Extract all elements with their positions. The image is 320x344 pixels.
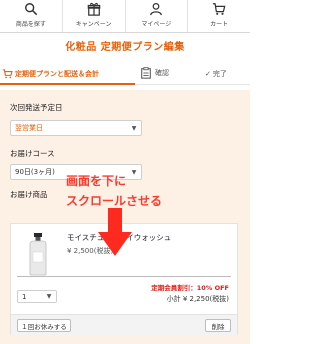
skip-once-button[interactable]: １回お休みする bbox=[17, 319, 71, 332]
step-done-label: 完了 bbox=[212, 70, 227, 78]
course-label: お届けコース bbox=[10, 149, 55, 158]
step-confirm: 確認 bbox=[140, 67, 169, 79]
product-name-tail: イウォッシュ bbox=[126, 233, 172, 242]
quantity-select[interactable]: 1 ▼ bbox=[17, 290, 57, 303]
gift-icon bbox=[87, 2, 100, 16]
search-icon bbox=[24, 3, 38, 16]
user-icon bbox=[150, 2, 163, 16]
arrow-down-icon bbox=[98, 208, 132, 256]
check-icon: ✓ bbox=[205, 70, 211, 78]
nav-item-search[interactable]: 商品を探す bbox=[0, 0, 63, 32]
scroll-instruction-line1: 画面を下に bbox=[66, 174, 127, 188]
cart-icon bbox=[2, 69, 13, 79]
next-delivery-value: 翌営業日 bbox=[15, 124, 43, 132]
chevron-down-icon: ▼ bbox=[46, 293, 52, 300]
step-confirm-label: 確認 bbox=[155, 69, 169, 77]
nav-item-cart[interactable]: カート bbox=[188, 0, 250, 32]
divider bbox=[17, 276, 231, 277]
quantity-value: 1 bbox=[22, 292, 27, 301]
step-indicator: 定期便プランと配送＆会計 確認 ✓ 完了 bbox=[0, 60, 250, 90]
delete-button[interactable]: 削除 bbox=[205, 319, 231, 332]
chevron-down-icon: ▼ bbox=[131, 124, 137, 132]
cart-icon bbox=[213, 3, 226, 15]
next-delivery-label: 次回発送予定日 bbox=[10, 103, 63, 112]
next-delivery-select[interactable]: 翌営業日 ▼ bbox=[10, 120, 142, 136]
step-plan-delivery: 定期便プランと配送＆会計 bbox=[2, 69, 99, 79]
discount-badge: 定期会員割引：10% OFF bbox=[151, 284, 229, 292]
step-progress-bar bbox=[0, 83, 135, 85]
scroll-instruction-line2: スクロールさせる bbox=[66, 194, 163, 208]
subtotal: 小計 ¥ 2,250(税抜) bbox=[166, 295, 229, 303]
nav-item-mypage[interactable]: マイページ bbox=[126, 0, 189, 32]
nav-label-campaign: キャンペーン bbox=[75, 21, 112, 28]
nav-item-campaign[interactable]: キャンペーン bbox=[63, 0, 126, 32]
nav-label-cart: カート bbox=[210, 21, 229, 28]
clipboard-icon bbox=[141, 67, 151, 79]
product-actions: １回お休みする 削除 bbox=[11, 314, 237, 335]
product-bottle-image bbox=[29, 233, 47, 276]
page-title: 化粧品 定期便プラン編集 bbox=[65, 42, 185, 53]
step-plan-delivery-label: 定期便プランと配送＆会計 bbox=[15, 70, 99, 78]
nav-label-mypage: マイページ bbox=[141, 21, 172, 28]
step-done: ✓ 完了 bbox=[205, 69, 227, 79]
nav-label-search: 商品を探す bbox=[15, 21, 46, 28]
items-label: お届け商品 bbox=[10, 190, 48, 199]
chevron-down-icon: ▼ bbox=[131, 168, 137, 176]
top-nav: 商品を探す キャンペーン マイページ カート bbox=[0, 0, 250, 33]
